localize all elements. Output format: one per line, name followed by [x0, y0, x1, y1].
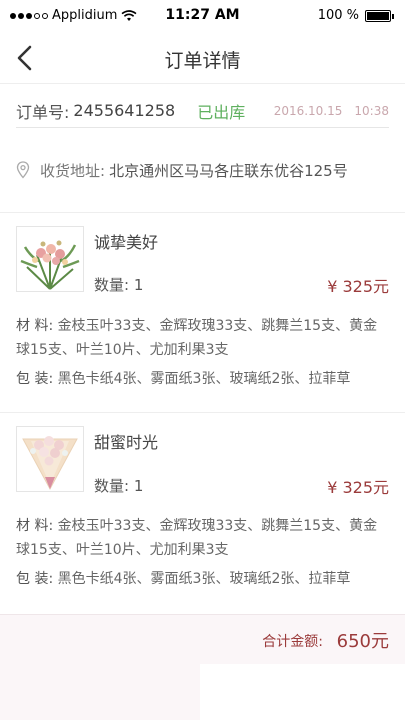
status-bar: Applidium 11:27 AM 100 %	[0, 0, 405, 32]
battery-icon	[365, 9, 394, 22]
address-row: 收货地址: 北京通州区马马各庄联东优谷125号	[16, 152, 395, 188]
product-materials: 材 料: 金枝玉叶33支、金辉玫瑰33支、跳舞兰15支、黄金球15支、叶兰10片…	[16, 514, 391, 562]
bouquet-image	[17, 227, 83, 291]
product-image	[16, 426, 84, 492]
product-packaging: 包 装: 黑色卡纸4张、雾面纸3张、玻璃纸2张、拉菲草	[16, 367, 391, 391]
materials-label: 材 料:	[16, 518, 54, 534]
product-price: ¥ 325元	[327, 277, 389, 296]
battery-group: 100 %	[317, 8, 394, 23]
bottom-panel	[0, 664, 200, 720]
quantity-label: 数量:	[94, 276, 130, 294]
product-item[interactable]: 诚挚美好 数量: 1 ¥ 325元 材 料: 金枝玉叶33支、金辉玫瑰33支、跳…	[0, 212, 405, 412]
product-quantity: 数量: 1	[94, 475, 143, 496]
battery-percent: 100 %	[317, 8, 359, 23]
navigation-bar: 订单详情	[0, 32, 405, 84]
quantity-value: 1	[133, 477, 144, 495]
product-name: 诚挚美好	[94, 233, 159, 252]
quantity-value: 1	[133, 276, 144, 294]
product-quantity: 数量: 1	[94, 274, 143, 295]
order-time: 10:38	[354, 103, 389, 118]
order-total-bar: 合计金额: 650元	[0, 614, 405, 664]
product-name: 甜蜜时光	[94, 433, 159, 452]
product-item[interactable]: 甜蜜时光 数量: 1 ¥ 325元 材 料: 金枝玉叶33支、金辉玫瑰33支、跳…	[0, 412, 405, 614]
order-status-badge: 已出库	[197, 102, 246, 122]
materials-value: 金枝玉叶33支、金辉玫瑰33支、跳舞兰15支、黄金球15支、叶兰10片、尤加利果…	[16, 318, 378, 358]
bouquet-image	[17, 427, 83, 491]
product-price: ¥ 325元	[327, 478, 389, 497]
order-info-row: 订单号: 2455641258 已出库 2016.10.15 10:38	[16, 94, 389, 128]
order-date: 2016.10.15	[273, 103, 343, 118]
battery-fill	[367, 11, 389, 20]
total-amount: 650元	[336, 631, 389, 652]
order-number-label: 订单号:	[16, 102, 70, 122]
packaging-label: 包 装:	[16, 571, 54, 587]
packaging-value: 黑色卡纸4张、雾面纸3张、玻璃纸2张、拉菲草	[57, 371, 351, 387]
materials-value: 金枝玉叶33支、金辉玫瑰33支、跳舞兰15支、黄金球15支、叶兰10片、尤加利果…	[16, 518, 378, 558]
quantity-label: 数量:	[94, 477, 130, 495]
order-number: 2455641258	[73, 101, 176, 120]
page-title: 订单详情	[164, 50, 241, 72]
location-pin-icon	[16, 161, 30, 179]
product-image	[16, 226, 84, 292]
address-value: 北京通州区马马各庄联东优谷125号	[109, 161, 348, 180]
address-label: 收货地址:	[40, 161, 106, 180]
packaging-value: 黑色卡纸4张、雾面纸3张、玻璃纸2张、拉菲草	[57, 571, 351, 587]
total-label: 合计金额:	[262, 634, 323, 650]
packaging-label: 包 装:	[16, 371, 54, 387]
product-packaging: 包 装: 黑色卡纸4张、雾面纸3张、玻璃纸2张、拉菲草	[16, 567, 391, 591]
product-materials: 材 料: 金枝玉叶33支、金辉玫瑰33支、跳舞兰15支、黄金球15支、叶兰10片…	[16, 314, 391, 362]
materials-label: 材 料:	[16, 318, 54, 334]
